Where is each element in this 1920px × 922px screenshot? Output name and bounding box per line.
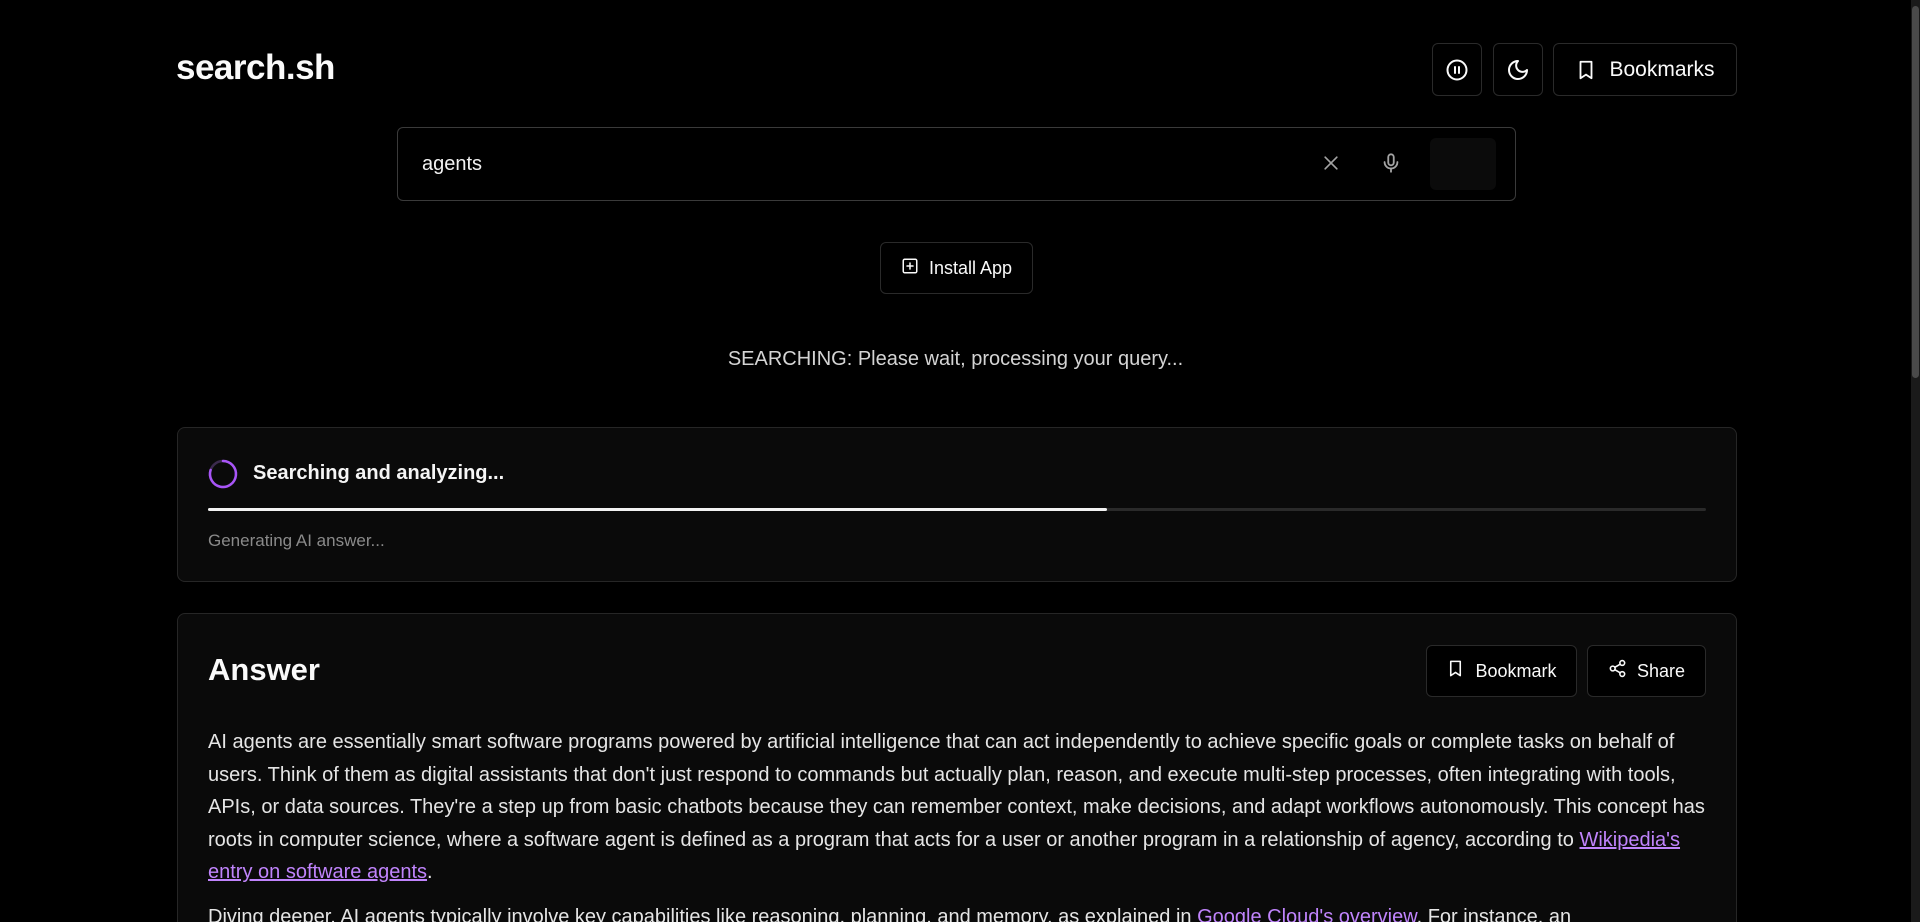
answer-paragraph-text: AI agents are essentially smart software… — [208, 731, 1705, 851]
answer-paragraph-end: . For instance, an — [1416, 905, 1572, 922]
answer-title: Answer — [208, 652, 320, 687]
voice-search-button[interactable] — [1376, 150, 1406, 180]
progress-bar — [208, 508, 1706, 511]
search-bar — [397, 127, 1516, 201]
share-icon — [1608, 659, 1627, 683]
moon-icon — [1506, 58, 1530, 82]
answer-paragraph-text: Diving deeper, AI agents typically invol… — [208, 905, 1198, 922]
progress-title: Searching and analyzing... — [253, 462, 505, 484]
microphone-icon — [1380, 152, 1402, 179]
pause-button[interactable] — [1432, 43, 1482, 96]
progress-subtitle: Generating AI answer... — [208, 531, 385, 550]
pause-circle-icon — [1445, 58, 1469, 82]
bookmark-icon — [1575, 59, 1597, 81]
search-input[interactable] — [422, 146, 1222, 182]
share-button[interactable]: Share — [1587, 645, 1706, 697]
spinner-icon — [207, 458, 239, 490]
bookmark-icon — [1446, 659, 1465, 683]
answer-body: AI agents are essentially smart software… — [208, 726, 1708, 922]
progress-bar-fill — [208, 508, 1107, 511]
install-app-button[interactable]: Install App — [880, 242, 1033, 294]
theme-toggle-button[interactable] — [1493, 43, 1543, 96]
bookmarks-button[interactable]: Bookmarks — [1553, 43, 1737, 96]
scrollbar-thumb[interactable] — [1912, 6, 1919, 378]
search-status-text: SEARCHING: Please wait, processing your … — [727, 348, 1184, 370]
search-submit-button[interactable] — [1430, 138, 1496, 190]
answer-paragraph: AI agents are essentially smart software… — [208, 726, 1708, 889]
page: search.sh Bookmarks agents Install App S… — [0, 0, 1920, 922]
clear-search-button[interactable] — [1316, 150, 1346, 180]
bookmarks-label: Bookmarks — [1609, 57, 1715, 81]
progress-card: Searching and analyzing... Generating AI… — [177, 427, 1737, 582]
plus-square-icon — [901, 257, 919, 280]
google-cloud-link[interactable]: Google Cloud's overview — [1197, 906, 1417, 922]
close-icon — [1321, 153, 1341, 178]
share-label: Share — [1636, 660, 1686, 681]
answer-card: Answer Bookmark Share AI agents are esse… — [177, 613, 1737, 922]
bookmark-answer-button[interactable]: Bookmark — [1426, 645, 1577, 697]
bookmark-label: Bookmark — [1475, 660, 1557, 681]
answer-paragraph: Diving deeper, AI agents typically invol… — [208, 901, 1708, 922]
logo[interactable]: search.sh — [176, 48, 335, 88]
scrollbar[interactable] — [1911, 0, 1920, 922]
answer-paragraph-end: . — [427, 861, 433, 884]
install-app-label: Install App — [928, 257, 1013, 278]
